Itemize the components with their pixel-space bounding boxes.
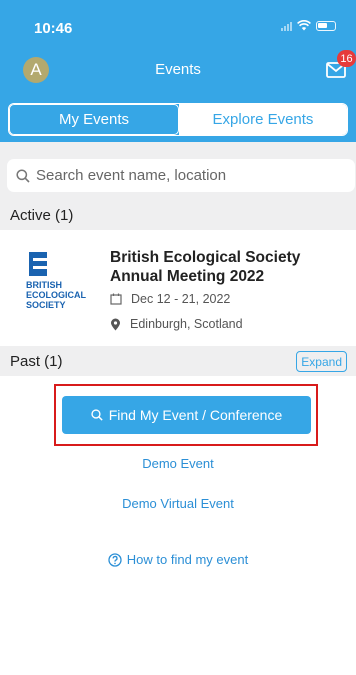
battery-icon	[316, 20, 336, 31]
logo-text: BRITISH ECOLOGICAL SOCIETY	[26, 280, 86, 310]
demo-event-link[interactable]: Demo Event	[0, 456, 356, 471]
find-event-label: Find My Event / Conference	[108, 407, 283, 423]
expand-button[interactable]: Expand	[296, 351, 347, 372]
section-active: Active (1)	[0, 200, 356, 230]
event-tabs: My Events Explore Events	[8, 103, 348, 136]
calendar-icon	[110, 293, 122, 305]
signal-icon	[281, 21, 292, 31]
demo-virtual-event-link[interactable]: Demo Virtual Event	[0, 496, 356, 511]
event-logo: BRITISH ECOLOGICAL SOCIETY	[26, 252, 86, 332]
section-active-label: Active (1)	[10, 206, 74, 224]
search-icon	[91, 409, 103, 421]
status-icons	[281, 20, 336, 31]
event-dates: Dec 12 - 21, 2022	[110, 292, 230, 306]
status-time: 10:46	[34, 20, 73, 37]
tab-my-events[interactable]: My Events	[9, 104, 179, 135]
search-icon	[16, 168, 30, 183]
event-dates-text: Dec 12 - 21, 2022	[131, 292, 231, 306]
event-location: Edinburgh, Scotland	[110, 317, 243, 331]
section-past: Past (1) Expand	[0, 346, 356, 376]
search-box[interactable]	[7, 159, 355, 192]
how-to-find-label: How to find my event	[126, 552, 249, 567]
location-pin-icon	[111, 318, 120, 330]
how-to-find-link[interactable]: How to find my event	[0, 552, 356, 567]
help-circle-icon	[108, 552, 122, 567]
header: 10:46 A Events 16 My Events Explore Even…	[0, 0, 356, 142]
page-title: Events	[155, 61, 201, 78]
tab-explore-events[interactable]: Explore Events	[179, 104, 347, 135]
mail-badge: 16	[337, 50, 356, 67]
logo-mark-icon	[29, 252, 47, 276]
event-location-text: Edinburgh, Scotland	[130, 317, 243, 331]
wifi-icon	[297, 20, 311, 31]
find-event-button[interactable]: Find My Event / Conference	[62, 396, 311, 434]
event-card[interactable]: BRITISH ECOLOGICAL SOCIETY British Ecolo…	[0, 230, 356, 340]
section-past-label: Past (1)	[10, 352, 63, 370]
event-title: British Ecological Society Annual Meetin…	[110, 249, 301, 285]
search-bar	[0, 142, 356, 200]
search-input[interactable]	[36, 167, 336, 184]
